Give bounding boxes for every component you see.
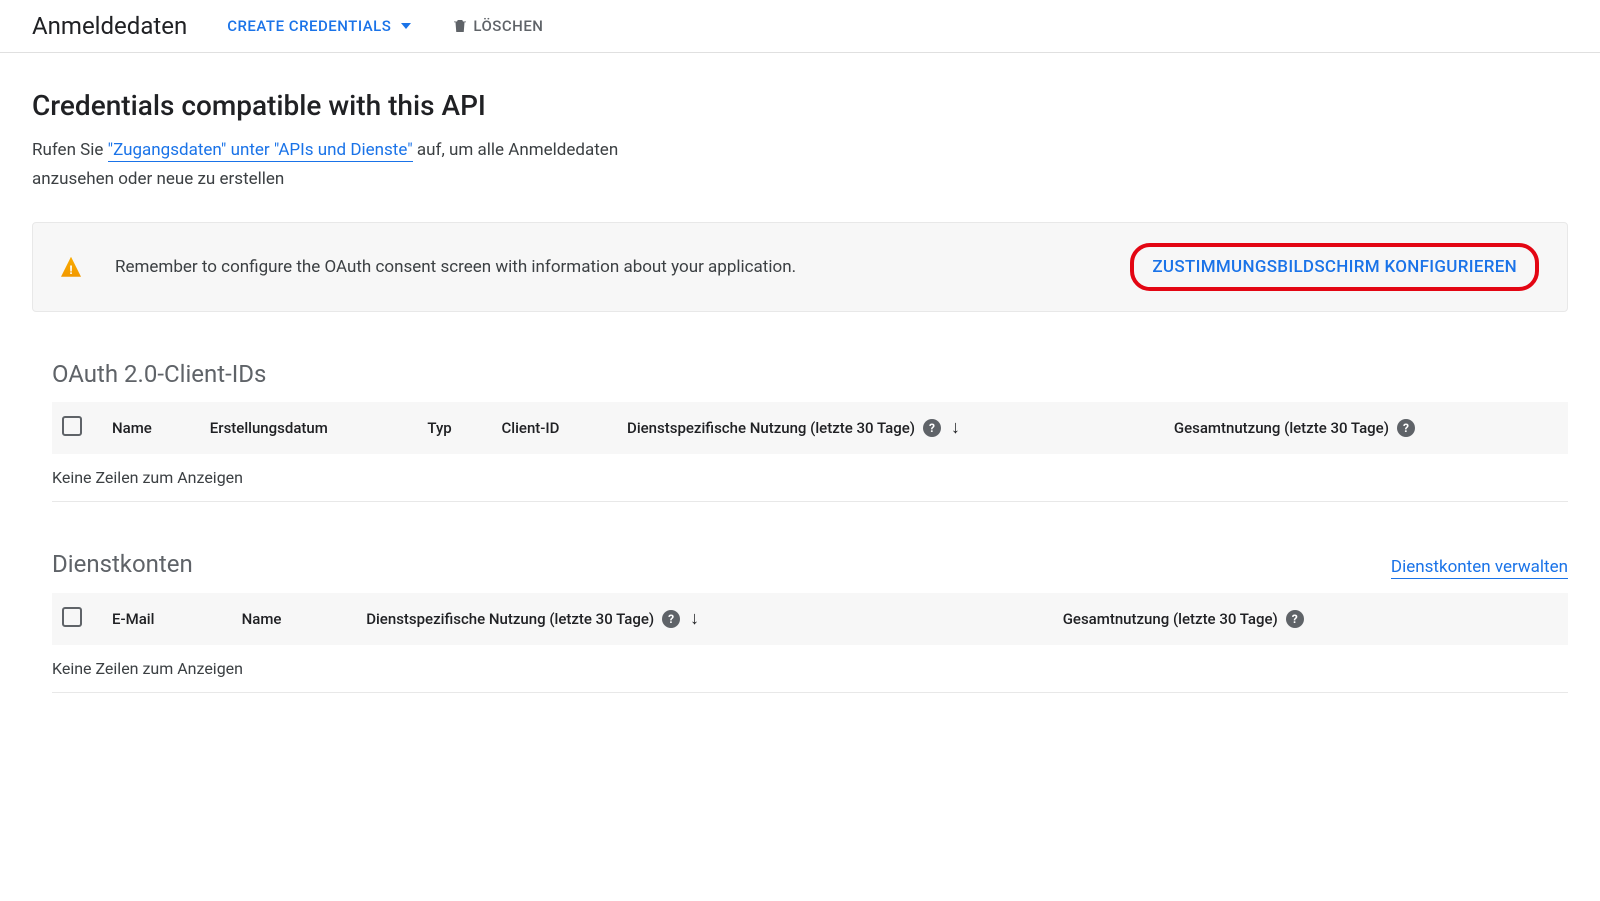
col-service-usage[interactable]: Dienstspezifische Nutzung (letzte 30 Tag…	[354, 593, 1051, 645]
help-icon[interactable]: ?	[1286, 610, 1304, 628]
col-client-id[interactable]: Client-ID	[489, 402, 615, 454]
col-total-usage[interactable]: Gesamtnutzung (letzte 30 Tage) ?	[1162, 402, 1568, 454]
alert-text: Remember to configure the OAuth consent …	[115, 257, 796, 277]
col-total-usage-label: Gesamtnutzung (letzte 30 Tage)	[1063, 610, 1278, 628]
col-name[interactable]: Name	[230, 593, 355, 645]
service-accounts-section: Dienstkonten Dienstkonten verwalten E-Ma…	[52, 550, 1568, 693]
intro-text: Rufen Sie "Zugangsdaten" unter "APIs und…	[32, 136, 692, 194]
oauth-section: OAuth 2.0-Client-IDs Name Erstellungsdat…	[52, 360, 1568, 502]
help-icon[interactable]: ?	[923, 419, 941, 437]
delete-label: LÖSCHEN	[473, 17, 543, 35]
col-total-usage[interactable]: Gesamtnutzung (letzte 30 Tage) ?	[1051, 593, 1568, 645]
create-credentials-button[interactable]: CREATE CREDENTIALS	[227, 17, 411, 35]
sort-arrow-down-icon: ↓	[690, 608, 699, 629]
oauth-heading: OAuth 2.0-Client-IDs	[52, 360, 266, 388]
help-icon[interactable]: ?	[662, 610, 680, 628]
oauth-table-header-row: Name Erstellungsdatum Typ Client-ID Dien…	[52, 402, 1568, 454]
intro-prefix: Rufen Sie	[32, 140, 108, 160]
col-created[interactable]: Erstellungsdatum	[198, 402, 416, 454]
warning-icon	[61, 257, 81, 277]
trash-icon	[451, 17, 467, 35]
select-all-checkbox[interactable]	[62, 416, 82, 436]
col-email[interactable]: E-Mail	[100, 593, 230, 645]
main-heading: Credentials compatible with this API	[32, 89, 1568, 122]
col-service-usage-label: Dienstspezifische Nutzung (letzte 30 Tag…	[366, 610, 654, 628]
configure-consent-button[interactable]: ZUSTIMMUNGSBILDSCHIRM KONFIGURIEREN	[1130, 243, 1539, 291]
page-title: Anmeldedaten	[32, 12, 187, 40]
content: Credentials compatible with this API Ruf…	[0, 53, 1600, 777]
col-total-usage-label: Gesamtnutzung (letzte 30 Tage)	[1174, 419, 1389, 437]
create-credentials-label: CREATE CREDENTIALS	[227, 17, 391, 35]
toolbar: Anmeldedaten CREATE CREDENTIALS LÖSCHEN	[0, 0, 1600, 53]
manage-service-accounts-link[interactable]: Dienstkonten verwalten	[1391, 557, 1568, 579]
alert-left: Remember to configure the OAuth consent …	[61, 257, 796, 277]
help-icon[interactable]: ?	[1397, 419, 1415, 437]
col-service-usage-label: Dienstspezifische Nutzung (letzte 30 Tag…	[627, 419, 915, 437]
service-table-header-row: E-Mail Name Dienstspezifische Nutzung (l…	[52, 593, 1568, 645]
select-all-checkbox[interactable]	[62, 607, 82, 627]
oauth-empty-row: Keine Zeilen zum Anzeigen	[52, 454, 1568, 502]
oauth-table: Name Erstellungsdatum Typ Client-ID Dien…	[52, 402, 1568, 454]
col-name[interactable]: Name	[100, 402, 198, 454]
alert-banner: Remember to configure the OAuth consent …	[32, 222, 1568, 312]
col-type[interactable]: Typ	[415, 402, 489, 454]
sort-arrow-down-icon: ↓	[951, 417, 960, 438]
credentials-link[interactable]: "Zugangsdaten" unter "APIs und Dienste"	[108, 140, 413, 162]
chevron-down-icon	[401, 23, 411, 29]
service-empty-row: Keine Zeilen zum Anzeigen	[52, 645, 1568, 693]
service-heading: Dienstkonten	[52, 550, 193, 578]
col-service-usage[interactable]: Dienstspezifische Nutzung (letzte 30 Tag…	[615, 402, 1162, 454]
service-table: E-Mail Name Dienstspezifische Nutzung (l…	[52, 593, 1568, 645]
delete-button[interactable]: LÖSCHEN	[451, 17, 543, 35]
